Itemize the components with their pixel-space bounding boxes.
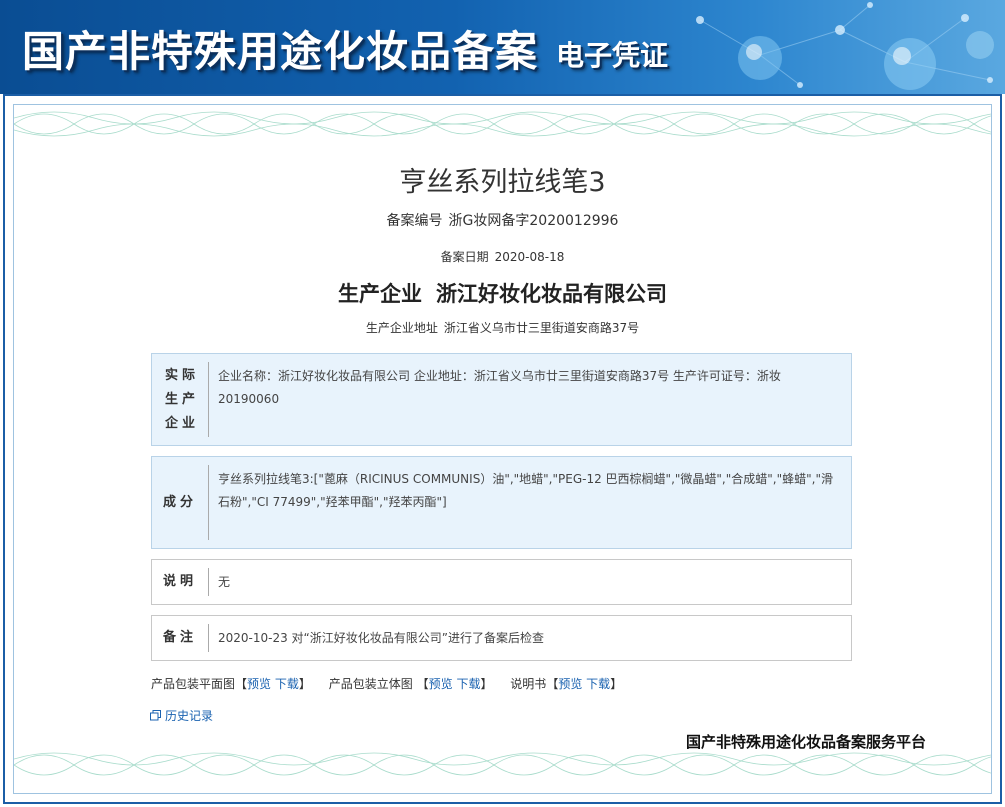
bracket-open: 【 <box>235 677 248 691</box>
manual-links: 说明书【预览 下载】 <box>510 677 622 691</box>
window-restore-icon <box>150 710 161 721</box>
actual-producer-section: 实际 生产 企业 企业名称：浙江好妆化妆品有限公司 企业地址：浙江省义乌市廿三里… <box>151 353 852 446</box>
bracket-open: 【 <box>416 677 429 691</box>
registration-date-label: 备案日期 <box>440 250 489 264</box>
actual-producer-content: 企业名称：浙江好妆化妆品有限公司 企业地址：浙江省义乌市廿三里街道安商路37号 … <box>218 369 781 406</box>
flat-package-download-link[interactable]: 下载 <box>275 677 299 691</box>
bracket-open: 【 <box>546 677 559 691</box>
actual-producer-label: 实际 生产 企业 <box>152 354 208 445</box>
ingredients-section: 成分 亨丝系列拉线笔3:["蓖麻（RICINUS COMMUNIS）油","地蜡… <box>151 456 852 549</box>
history-record-link[interactable]: 历史记录 <box>165 707 213 724</box>
certificate-frame <box>3 94 1002 804</box>
bracket-close: 】 <box>480 677 493 691</box>
ingredients-label: 成分 <box>162 494 197 510</box>
section-divider <box>208 568 209 596</box>
attachment-links: 产品包装平面图【预览 下载】 产品包装立体图 【预览 下载】 说明书【预览 下载… <box>151 675 636 692</box>
description-content: 无 <box>218 574 231 589</box>
description-label: 说明 <box>162 574 197 589</box>
manufacturer-label: 生产企业 <box>338 282 422 306</box>
ingredients-content: 亨丝系列拉线笔3:["蓖麻（RICINUS COMMUNIS）油","地蜡","… <box>218 472 833 509</box>
bracket-close: 】 <box>298 677 311 691</box>
section-divider <box>208 465 209 540</box>
actual-producer-label-line-3: 企业 <box>164 415 199 431</box>
manufacturer-address: 生产企业地址 浙江省义乌市廿三里街道安商路37号 <box>0 319 1005 336</box>
history-record[interactable]: 历史记录 <box>150 707 213 724</box>
actual-producer-label-line-1: 实际 <box>164 367 199 383</box>
remarks-label: 备注 <box>162 630 197 645</box>
registration-number: 备案编号 浙G妆网备字2020012996 <box>0 210 1005 230</box>
actual-producer-label-line-2: 生产 <box>164 391 199 407</box>
flat-package-preview-link[interactable]: 预览 <box>247 677 271 691</box>
manual-download-link[interactable]: 下载 <box>586 677 610 691</box>
registration-number-value: 浙G妆网备字2020012996 <box>448 213 619 229</box>
solid-package-links: 产品包装立体图 【预览 下载】 <box>329 677 497 691</box>
flat-package-links: 产品包装平面图【预览 下载】 <box>151 677 315 691</box>
solid-package-preview-link[interactable]: 预览 <box>429 677 453 691</box>
registration-date: 备案日期 2020-08-18 <box>0 248 1005 265</box>
header-banner: 国产非特殊用途化妆品备案 电子凭证 <box>0 0 1005 94</box>
solid-package-label: 产品包装立体图 <box>328 677 413 691</box>
platform-name: 国产非特殊用途化妆品备案服务平台 <box>686 733 927 751</box>
registration-number-label: 备案编号 <box>386 213 443 229</box>
description-section: 说明 无 <box>151 559 852 605</box>
banner-title: 国产非特殊用途化妆品备案 <box>22 27 539 76</box>
product-name: 亨丝系列拉线笔3 <box>399 167 606 198</box>
manufacturer-address-value: 浙江省义乌市廿三里街道安商路37号 <box>443 321 640 335</box>
manufacturer-address-label: 生产企业地址 <box>365 321 438 335</box>
remarks-section: 备注 2020-10-23 对“浙江好妆化妆品有限公司”进行了备案后检查 <box>151 615 852 661</box>
section-divider <box>208 624 209 652</box>
remarks-content: 2020-10-23 对“浙江好妆化妆品有限公司”进行了备案后检查 <box>218 630 544 645</box>
manufacturer-name: 浙江好妆化妆品有限公司 <box>436 282 667 306</box>
solid-package-download-link[interactable]: 下载 <box>456 677 480 691</box>
flat-package-label: 产品包装平面图 <box>151 677 236 691</box>
manual-label: 说明书 <box>510 677 547 691</box>
bracket-close: 】 <box>610 677 623 691</box>
registration-date-value: 2020-08-18 <box>494 250 565 264</box>
manual-preview-link[interactable]: 预览 <box>558 677 582 691</box>
guilloche-top-border <box>14 111 991 137</box>
manufacturer: 生产企业 浙江好妆化妆品有限公司 <box>0 278 1005 308</box>
banner-subtitle: 电子凭证 <box>556 39 669 72</box>
section-divider <box>208 362 209 437</box>
